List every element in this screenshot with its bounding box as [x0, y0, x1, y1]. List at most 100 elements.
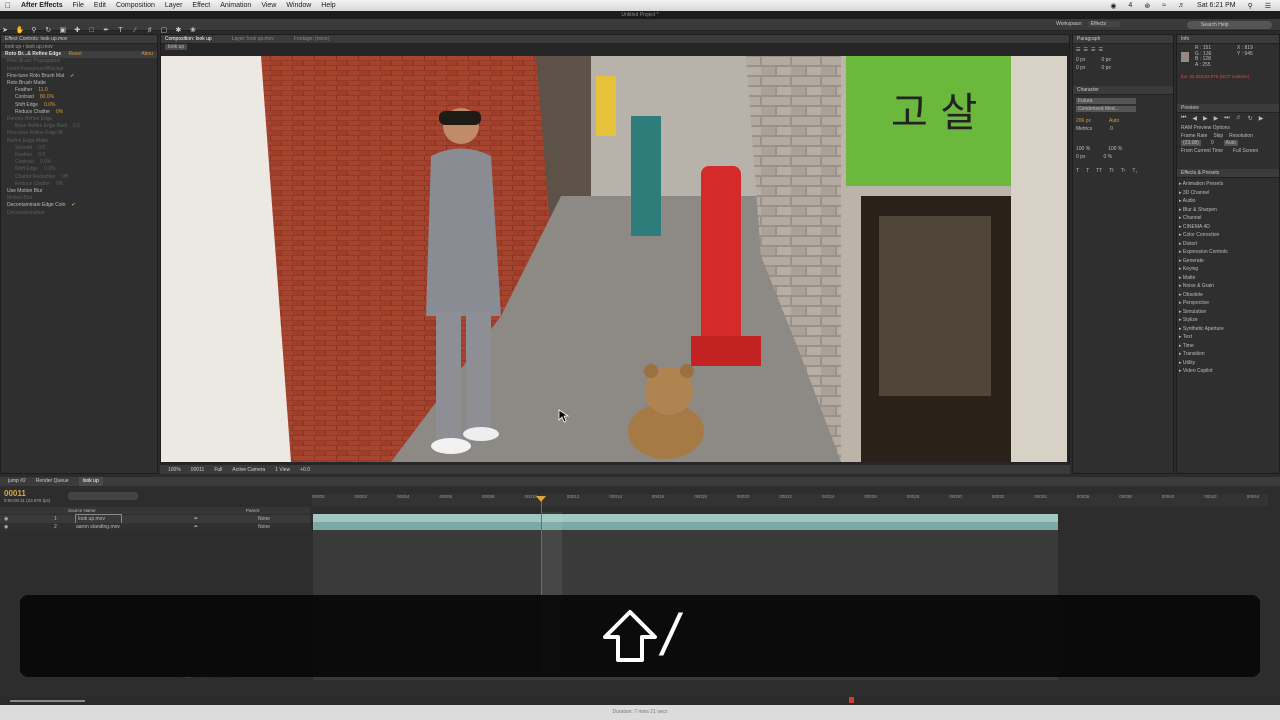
time-ruler[interactable]: 00000 00002 00004 00006 00008 00010 00012 00014… [312, 494, 1268, 506]
menu-file[interactable]: File [68, 2, 89, 9]
parent-select[interactable]: None [258, 523, 270, 531]
align-right-icon[interactable]: ☰ [1091, 47, 1095, 53]
effect-property-row[interactable]: Contrast 0.0% [1, 159, 157, 166]
disclosure-triangle-icon[interactable]: ▸ [1179, 368, 1182, 374]
font-family-select[interactable]: Futura [1076, 98, 1136, 104]
menu-animation[interactable]: Animation [215, 2, 256, 9]
effect-property-row[interactable]: Decontaminate Edge Colo ✔ [1, 202, 157, 209]
tab-composition[interactable]: Composition: look up [165, 35, 212, 43]
ram-preview-icon[interactable]: ▶ [1259, 115, 1264, 122]
tab-render-queue[interactable]: Render Queue [36, 477, 69, 486]
menu-effect[interactable]: Effect [187, 2, 215, 9]
preview-tab[interactable]: Preview [1177, 104, 1279, 113]
wifi-icon[interactable]: ≈ [1157, 2, 1171, 9]
disclosure-triangle-icon[interactable]: ▸ [1179, 351, 1182, 357]
effects-category-item[interactable]: ▸ Generate [1179, 257, 1277, 266]
all-caps-icon[interactable]: TT [1096, 168, 1102, 174]
effect-property-value[interactable]: 0.0 [38, 145, 45, 151]
effect-property-row[interactable]: Reduce Chatter 0% [1, 109, 157, 116]
loop-icon[interactable]: ↻ [1248, 115, 1253, 122]
apple-icon[interactable]:  [0, 1, 16, 10]
eye-icon[interactable]: ◉ [4, 523, 8, 531]
layer-row[interactable]: ◉ 2 aaron standing.mov ✒ None [0, 523, 310, 531]
play-icon[interactable]: ▶ [1203, 115, 1208, 122]
effect-property-row[interactable]: Invert Foreground/Backgr [1, 66, 157, 73]
bluetooth-icon[interactable]: ⊛ [1139, 2, 1155, 10]
effects-category-item[interactable]: ▸ Keying [1179, 265, 1277, 274]
parent-header[interactable]: Parent [246, 507, 259, 514]
camera-view[interactable]: Active Camera [232, 467, 265, 473]
menu-help[interactable]: Help [316, 2, 340, 9]
menu-composition[interactable]: Composition [111, 2, 160, 9]
effects-category-item[interactable]: ▸ Expression Controls [1179, 248, 1277, 257]
effect-property-row[interactable]: Fine-tune Refine Edge M [1, 130, 157, 137]
vertical-scale[interactable]: 100 % [1076, 146, 1090, 152]
disclosure-triangle-icon[interactable]: ▸ [1179, 215, 1182, 221]
font-size[interactable]: 206 px [1076, 118, 1091, 124]
effect-checkbox[interactable]: ✔ [70, 73, 74, 79]
disclosure-triangle-icon[interactable]: ▸ [1179, 224, 1182, 230]
view-layout[interactable]: 1 View [275, 467, 290, 473]
prev-frame-icon[interactable]: ◀ [1192, 115, 1197, 122]
effects-category-item[interactable]: ▸ Simulation [1179, 308, 1277, 317]
menu-view[interactable]: View [256, 2, 281, 9]
next-frame-icon[interactable]: ▶ [1214, 115, 1219, 122]
layer-bar-look-up[interactable] [313, 514, 1058, 522]
last-frame-icon[interactable]: ⏭ [1224, 115, 1229, 122]
effect-property-row[interactable]: Smooth 0.0 [1, 145, 157, 152]
effect-property-row[interactable]: Reduce Chatter 0% [1, 181, 157, 188]
effect-header[interactable]: Roto Br...& Refine Edge Reset Abou [1, 51, 157, 59]
effect-property-row[interactable]: Roto Brush Propagation [1, 58, 157, 65]
disclosure-triangle-icon[interactable]: ▸ [1179, 317, 1182, 323]
frame-rate-select[interactable]: (23.98) [1181, 140, 1201, 146]
effect-property-row[interactable]: Render Refine Edge [1, 116, 157, 123]
superscript-icon[interactable]: T¹ [1121, 168, 1126, 174]
effects-category-item[interactable]: ▸ Video Copilot [1179, 367, 1277, 376]
parent-select[interactable]: None [258, 515, 270, 523]
about-link[interactable]: Abou [141, 51, 153, 58]
effect-property-value[interactable]: 80.0% [40, 94, 54, 100]
disclosure-triangle-icon[interactable]: ▸ [1179, 326, 1182, 332]
resolution-select[interactable]: Auto [1223, 140, 1238, 146]
horizontal-scale[interactable]: 100 % [1108, 146, 1122, 152]
effect-property-row[interactable]: Base Refine Edge Radi 0.0 [1, 123, 157, 130]
current-frame[interactable]: 00011 [191, 467, 205, 473]
effect-property-row[interactable]: Contrast 80.0% [1, 94, 157, 101]
disclosure-triangle-icon[interactable]: ▸ [1179, 241, 1182, 247]
effect-property-value[interactable]: 0.0% [40, 159, 51, 165]
tab-jump-2[interactable]: jump #2 [8, 477, 26, 486]
disclosure-triangle-icon[interactable]: ▸ [1179, 198, 1182, 204]
effect-checkbox[interactable]: ✔ [71, 202, 75, 208]
character-tab[interactable]: Character [1073, 86, 1173, 95]
align-center-icon[interactable]: ☰ [1083, 47, 1087, 53]
align-left-icon[interactable]: ☰ [1076, 47, 1080, 53]
paragraph-tab[interactable]: Paragraph [1073, 35, 1173, 44]
disclosure-triangle-icon[interactable]: ▸ [1179, 360, 1182, 366]
font-style-select[interactable]: Condensed Med... [1076, 106, 1136, 112]
disclosure-triangle-icon[interactable]: ▸ [1179, 181, 1182, 187]
justify-icon[interactable]: ☰ [1098, 47, 1102, 53]
list-icon[interactable]: ☰ [1260, 2, 1276, 10]
effect-controls-tab[interactable]: Effect Controls: look up.mov [1, 35, 157, 44]
effect-property-value[interactable]: 0.0% [44, 166, 55, 172]
effects-category-item[interactable]: ▸ Distort [1179, 240, 1277, 249]
timeline-search-input[interactable] [68, 492, 138, 500]
disclosure-triangle-icon[interactable]: ▸ [1179, 190, 1182, 196]
effects-category-item[interactable]: ▸ Obsolete [1179, 291, 1277, 300]
battery-number[interactable]: 4 [1123, 2, 1137, 9]
disclosure-triangle-icon[interactable]: ▸ [1179, 334, 1182, 340]
disclosure-triangle-icon[interactable]: ▸ [1179, 266, 1182, 272]
effect-property-row[interactable]: Shift Edge 0.0% [1, 166, 157, 173]
pen-icon[interactable]: ✒ [194, 515, 198, 523]
effects-category-item[interactable]: ▸ Animation Presets [1179, 180, 1277, 189]
baseline-shift[interactable]: 0 px [1076, 154, 1085, 160]
effect-property-value[interactable]: 0% [56, 109, 63, 115]
small-caps-icon[interactable]: Tt [1109, 168, 1113, 174]
layer-row[interactable]: ◉ 1 look up.mov ✒ None [0, 514, 310, 524]
effect-property-row[interactable]: Shift Edge 0.0% [1, 102, 157, 109]
disclosure-triangle-icon[interactable]: ▸ [1179, 283, 1182, 289]
composition-viewer[interactable]: 고 살 [161, 56, 1067, 462]
effects-category-item[interactable]: ▸ Noise & Grain [1179, 282, 1277, 291]
spotlight-icon[interactable]: ⚲ [1243, 2, 1258, 10]
workspace-selector[interactable]: Workspace: Effects [1056, 21, 1120, 27]
